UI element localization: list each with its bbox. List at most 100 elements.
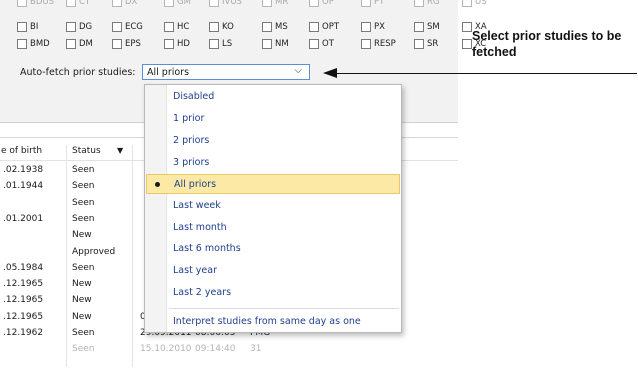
checkbox-box[interactable] bbox=[462, 22, 472, 32]
dropdown-option[interactable]: Last 6 months bbox=[146, 239, 400, 259]
checkbox-box[interactable] bbox=[164, 0, 174, 7]
checkbox-box[interactable] bbox=[66, 39, 76, 49]
checkbox-box[interactable] bbox=[17, 22, 27, 32]
modality-checkbox[interactable]: EPS bbox=[112, 39, 141, 49]
cell-dob: .01.2001 bbox=[3, 213, 44, 224]
modality-label: LS bbox=[222, 39, 233, 49]
modality-checkbox[interactable]: HD bbox=[164, 39, 190, 49]
modality-checkbox[interactable]: DG bbox=[66, 22, 92, 32]
checkbox-box[interactable] bbox=[262, 22, 272, 32]
modality-checkbox[interactable]: MR bbox=[262, 0, 288, 7]
checkbox-box[interactable] bbox=[262, 39, 272, 49]
modality-label: OT bbox=[322, 39, 334, 49]
checkbox-box[interactable] bbox=[164, 39, 174, 49]
modality-label: OP bbox=[322, 0, 334, 7]
table-row[interactable]: Seen 15.10.2010 09:14:40 31 bbox=[0, 342, 458, 358]
auto-fetch-combobox[interactable]: All priors ⌵ bbox=[142, 64, 310, 80]
dropdown-option[interactable]: 1 prior bbox=[146, 109, 400, 129]
checkbox-box[interactable] bbox=[66, 0, 76, 7]
modality-checkbox[interactable]: HC bbox=[164, 22, 189, 32]
modality-checkbox[interactable]: RESP bbox=[361, 39, 396, 49]
cell-status: New bbox=[72, 295, 92, 306]
modality-checkbox[interactable]: IVUS bbox=[209, 0, 242, 7]
dropdown-option[interactable]: 3 priors bbox=[146, 153, 400, 173]
modality-checkbox[interactable]: ECG bbox=[112, 22, 143, 32]
checkbox-box[interactable] bbox=[309, 22, 319, 32]
modality-checkbox[interactable]: GM bbox=[164, 0, 191, 7]
cell-dob: .02.1938 bbox=[3, 165, 44, 175]
dropdown-option[interactable]: 2 priors bbox=[146, 131, 400, 151]
dropdown-option[interactable]: Interpret studies from same day as one bbox=[146, 312, 400, 332]
column-header-status[interactable]: Status bbox=[72, 146, 101, 156]
cell-status: Seen bbox=[72, 213, 95, 224]
modality-checkbox[interactable]: DM bbox=[66, 39, 93, 49]
combobox-value: All priors bbox=[147, 67, 190, 78]
cell-status: Seen bbox=[72, 262, 95, 273]
column-header-date-of-birth[interactable]: e of birth bbox=[1, 146, 42, 156]
modality-label: DX bbox=[125, 0, 138, 7]
checkbox-box[interactable] bbox=[112, 22, 122, 32]
modality-checkbox[interactable]: SM bbox=[414, 22, 440, 32]
modality-checkbox[interactable]: OP bbox=[309, 0, 334, 7]
modality-label: MS bbox=[275, 22, 288, 32]
chevron-down-icon[interactable]: ⌵ bbox=[294, 65, 302, 76]
modality-checkbox[interactable]: OPT bbox=[309, 22, 339, 32]
checkbox-box[interactable] bbox=[209, 39, 219, 49]
dropdown-option[interactable]: Last 2 years bbox=[146, 283, 400, 303]
dropdown-option[interactable]: Last week bbox=[146, 196, 400, 216]
modality-checkbox[interactable]: RG bbox=[414, 0, 440, 7]
checkbox-box[interactable] bbox=[361, 39, 371, 49]
checkbox-box[interactable] bbox=[414, 0, 424, 7]
modality-checkbox[interactable]: BI bbox=[17, 22, 38, 32]
dropdown-option[interactable]: All priors bbox=[146, 174, 400, 194]
checkbox-box[interactable] bbox=[262, 0, 272, 7]
radio-bullet-icon bbox=[155, 182, 160, 187]
dropdown-option[interactable]: Disabled bbox=[146, 87, 400, 107]
cell-date: 15.10.2010 bbox=[140, 344, 192, 355]
checkbox-box[interactable] bbox=[112, 39, 122, 49]
callout-text: Select prior studies to be fetched bbox=[472, 29, 622, 59]
modality-checkbox[interactable]: MS bbox=[262, 22, 288, 32]
modality-checkbox[interactable]: DX bbox=[112, 0, 137, 7]
checkbox-box[interactable] bbox=[164, 22, 174, 32]
checkbox-box[interactable] bbox=[209, 22, 219, 32]
modality-checkbox[interactable]: OT bbox=[309, 39, 334, 49]
dropdown-option[interactable]: Last year bbox=[146, 261, 400, 281]
dropdown-option-label: Last 6 months bbox=[173, 243, 241, 254]
modality-checkbox[interactable]: CT bbox=[66, 0, 90, 7]
modality-checkbox[interactable]: LS bbox=[209, 39, 232, 49]
checkbox-box[interactable] bbox=[309, 0, 319, 7]
modality-checkbox[interactable]: KO bbox=[209, 22, 234, 32]
dropdown-separator bbox=[169, 308, 399, 309]
modality-checkbox[interactable]: BDUS bbox=[17, 0, 54, 7]
checkbox-box[interactable] bbox=[414, 39, 424, 49]
cell-status: Seen bbox=[72, 165, 95, 175]
modality-checkbox[interactable]: PX bbox=[361, 22, 385, 32]
modality-checkbox[interactable]: US bbox=[462, 0, 487, 7]
modality-checkbox[interactable]: SR bbox=[414, 39, 438, 49]
checkbox-box[interactable] bbox=[361, 22, 371, 32]
checkbox-box[interactable] bbox=[17, 0, 27, 7]
checkbox-box[interactable] bbox=[462, 39, 472, 49]
checkbox-box[interactable] bbox=[462, 0, 472, 7]
modality-label: BI bbox=[30, 22, 39, 32]
cell-dob: .12.1965 bbox=[3, 311, 44, 322]
dropdown-option[interactable]: Last month bbox=[146, 218, 400, 238]
checkbox-box[interactable] bbox=[209, 0, 219, 7]
checkbox-box[interactable] bbox=[309, 39, 319, 49]
cell-time: 09:14:40 bbox=[195, 344, 236, 355]
modality-label: DG bbox=[79, 22, 93, 32]
dropdown-option-label: All priors bbox=[174, 179, 217, 190]
sort-descending-icon[interactable]: ▼ bbox=[117, 146, 123, 155]
modality-label: PT bbox=[374, 0, 385, 7]
checkbox-box[interactable] bbox=[66, 22, 76, 32]
modality-checkbox[interactable]: BMD bbox=[17, 39, 50, 49]
checkbox-box[interactable] bbox=[17, 39, 27, 49]
modality-checkbox[interactable]: NM bbox=[262, 39, 289, 49]
checkbox-box[interactable] bbox=[361, 0, 371, 7]
checkbox-box[interactable] bbox=[112, 0, 122, 7]
modality-checkbox[interactable]: PT bbox=[361, 0, 384, 7]
modality-label: ECG bbox=[125, 22, 143, 32]
auto-fetch-dropdown-list: Disabled 1 prior 2 priors 3 priors All prior… bbox=[144, 84, 402, 333]
checkbox-box[interactable] bbox=[414, 22, 424, 32]
